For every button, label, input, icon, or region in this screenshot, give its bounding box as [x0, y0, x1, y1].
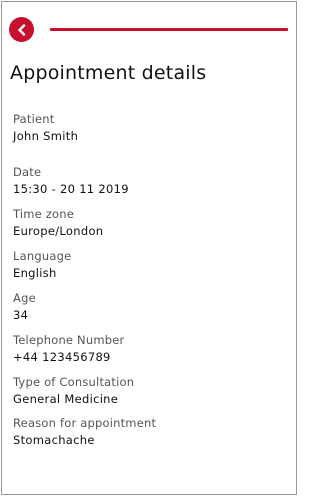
consultation-type-field: Type of Consultation General Medicine [13, 375, 134, 406]
date-value: 15:30 - 20 11 2019 [13, 182, 129, 196]
time-zone-value: Europe/London [13, 224, 104, 238]
telephone-field: Telephone Number +44 123456789 [13, 333, 124, 364]
age-label: Age [13, 291, 36, 305]
language-label: Language [13, 249, 72, 263]
chevron-left-icon [17, 23, 25, 36]
age-value: 34 [13, 308, 29, 322]
time-zone-field: Time zone Europe/London [13, 207, 103, 238]
reason-field: Reason for appointment Stomachache [13, 416, 156, 447]
progress-bar [50, 28, 288, 31]
age-field: Age 34 [13, 291, 36, 322]
top-bar [2, 2, 296, 58]
patient-value: John Smith [13, 129, 79, 143]
telephone-label: Telephone Number [13, 333, 125, 347]
time-zone-label: Time zone [13, 207, 75, 221]
date-label: Date [13, 165, 42, 179]
telephone-value: +44 123456789 [13, 350, 111, 364]
page-title: Appointment details [10, 62, 207, 84]
language-value: English [13, 266, 57, 280]
consultation-type-value: General Medicine [13, 392, 119, 406]
patient-label: Patient [13, 112, 55, 126]
date-field: Date 15:30 - 20 11 2019 [13, 165, 129, 196]
consultation-type-label: Type of Consultation [13, 375, 135, 389]
patient-field: Patient John Smith [13, 112, 78, 143]
reason-label: Reason for appointment [13, 416, 157, 430]
back-button[interactable] [9, 17, 34, 42]
app-screen: Appointment details Patient John Smith D… [1, 1, 297, 495]
language-field: Language English [13, 249, 71, 280]
reason-value: Stomachache [13, 433, 95, 447]
